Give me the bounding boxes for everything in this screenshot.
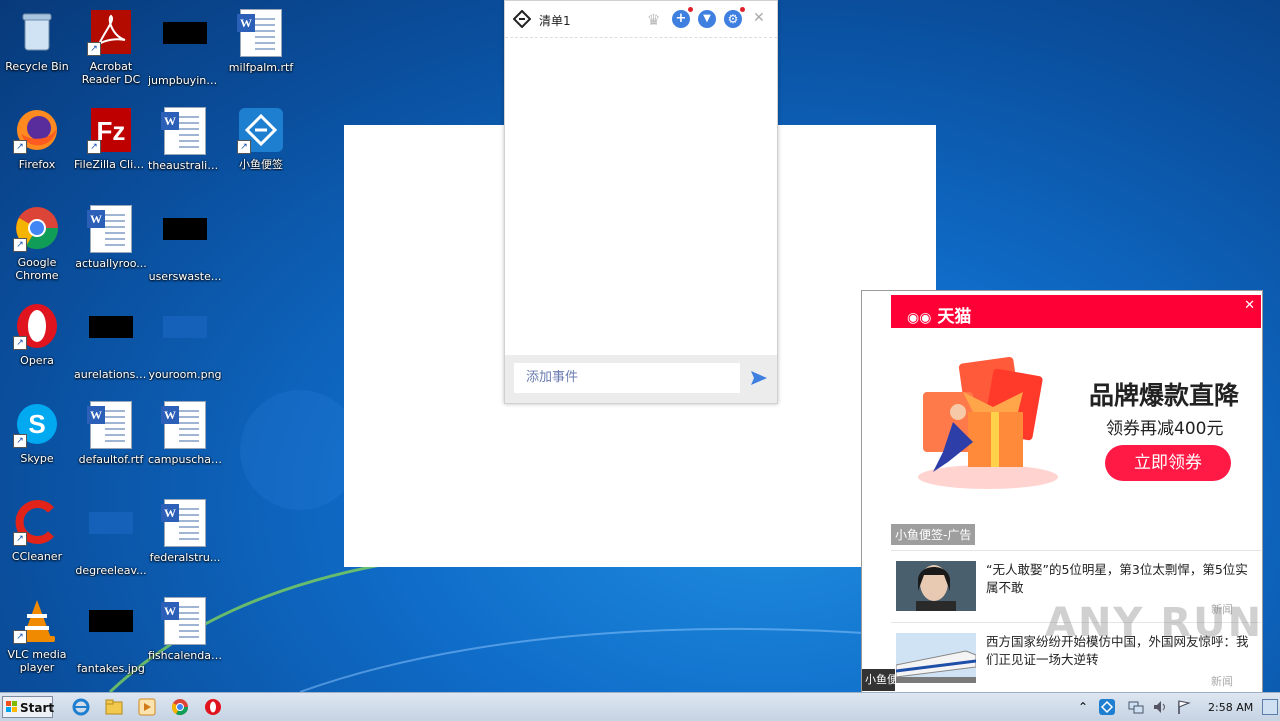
chrome-taskbar-icon[interactable] [171,698,189,716]
notification-dot [688,7,693,12]
vlc-icon[interactable]: ↗ VLC media player [0,596,74,674]
image-file-icon[interactable]: userswaste... [148,204,222,283]
crown-icon[interactable]: ♛ [647,11,660,29]
ad-footer-label: 小鱼便签 [862,669,895,691]
xiaoyu-note-app-icon[interactable]: ↗ 小鱼便签 [224,106,298,171]
settings-icon[interactable]: ⚙ [724,7,745,28]
image-file-icon[interactable]: aurelationsh... [74,302,148,381]
ad-label: 小鱼便签-广告 [891,524,976,545]
acrobat-reader-icon[interactable]: ↗ Acrobat Reader DC [74,8,148,86]
tmall-cat-icon: ◉◉ [907,310,932,326]
word-doc-icon[interactable]: W fishcalendar... [148,596,222,662]
action-center-flag-icon[interactable] [1176,699,1192,715]
google-chrome-icon[interactable]: ↗ Google Chrome [0,204,74,282]
claim-coupon-button[interactable]: 立即领券 [1105,445,1231,481]
windows-logo-icon [6,701,17,712]
watermark: ANY RUN [1045,600,1264,646]
send-icon[interactable] [749,368,769,388]
media-player-icon[interactable] [138,698,156,716]
ad-close-icon[interactable]: ✕ [1244,298,1255,313]
internet-explorer-icon[interactable] [72,698,90,716]
filezilla-icon[interactable]: Fz ↗ FileZilla Client [74,106,148,171]
word-doc-icon[interactable]: W theaustralia... [148,106,222,172]
image-file-icon[interactable]: youroom.png [148,302,222,381]
image-file-icon[interactable]: jumpbuying... [148,8,222,87]
tmall-logo: ◉◉ 天猫 [907,307,972,327]
note-input-bar: 添加事件 [505,355,777,403]
xiaoyu-tray-icon[interactable] [1099,699,1115,715]
svg-text:S: S [28,409,45,439]
add-event-input[interactable]: 添加事件 [514,363,740,393]
ccleaner-icon[interactable]: ↗ CCleaner [0,498,74,563]
image-file-icon[interactable]: fantakes.jpg [74,596,148,675]
image-file-icon[interactable]: degreeleav... [74,498,148,577]
opera-icon[interactable]: ↗ Opera [0,302,74,367]
word-doc-icon[interactable]: W actuallyroo... [74,204,148,270]
volume-icon[interactable] [1152,699,1168,715]
word-doc-icon[interactable]: W defaultof.rtf [74,400,148,466]
clock[interactable]: 2:58 AM [1208,701,1253,714]
recycle-bin-icon[interactable]: Recycle Bin [0,8,74,73]
news-thumbnail [896,561,976,611]
show-desktop-button[interactable] [1262,699,1278,715]
note-titlebar[interactable]: 清单1 ♛ + ▼ ⚙ ✕ [505,1,777,38]
word-doc-icon[interactable]: W milfpalm.rtf [224,8,298,74]
taskbar: Start ⌃ 2:58 AM [0,692,1280,721]
note-window[interactable]: 清单1 ♛ + ▼ ⚙ ✕ 添加事件 [504,0,778,404]
news-headline: “无人敢娶”的5位明星，第3位太剽悍，第5位实属不敢 [986,562,1248,595]
firefox-icon[interactable]: ↗ Firefox [0,106,74,171]
close-icon[interactable]: ✕ [753,10,765,26]
ad-popup-margin [862,291,891,693]
skin-icon[interactable]: ▼ [698,10,716,28]
word-doc-icon[interactable]: W federalstru... [148,498,222,564]
add-icon[interactable]: + [672,7,693,28]
news-tag: 新闻 [1211,675,1233,688]
app-logo-icon [513,10,531,28]
skype-icon[interactable]: S ↗ Skype [0,400,74,465]
gift-box-illustration [918,356,1058,489]
notification-dot [740,7,745,12]
news-thumbnail [896,633,976,683]
word-doc-icon[interactable]: W campuschar... [148,400,222,466]
network-icon[interactable] [1128,699,1144,715]
file-explorer-icon[interactable] [105,698,123,716]
opera-taskbar-icon[interactable] [204,698,222,716]
ad-header: ◉◉ 天猫 ✕ [891,295,1261,328]
promo-headline: 品牌爆款直降 [1089,381,1240,410]
promo-subline: 领券再减400元 [1106,419,1224,439]
start-button[interactable]: Start [2,696,54,718]
note-title: 清单1 [539,14,571,28]
ad-banner[interactable]: 品牌爆款直降 领券再减400元 立即领券 [891,328,1261,523]
tray-expand-icon[interactable]: ⌃ [1078,699,1094,715]
